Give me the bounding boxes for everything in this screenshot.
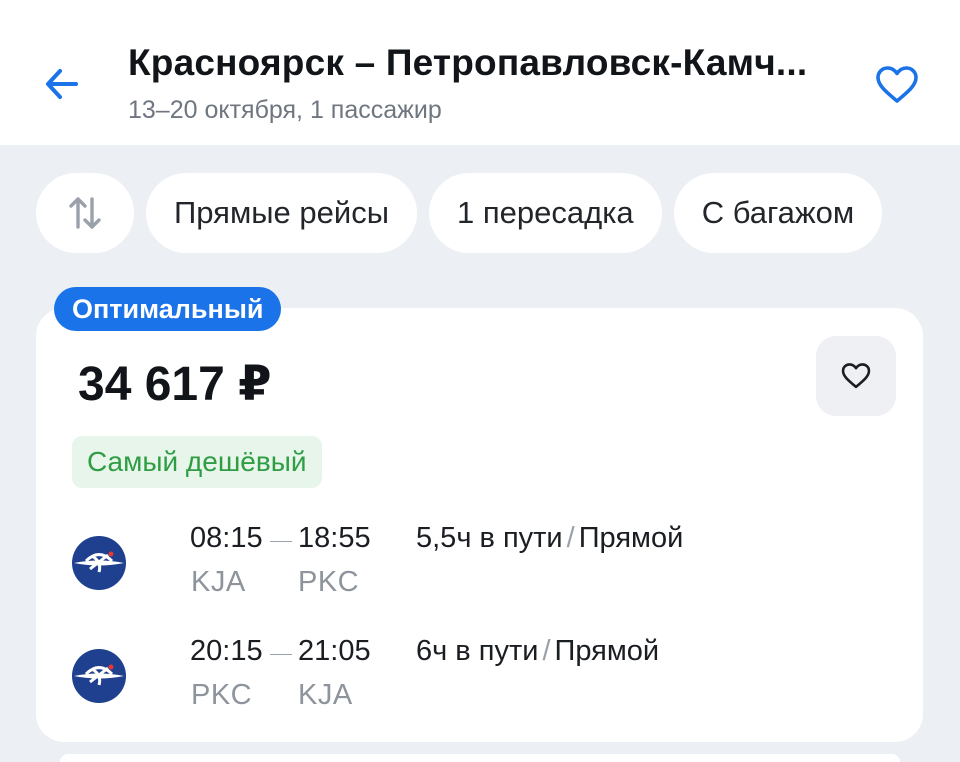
duration-separator: / [566,522,575,554]
duration-text: 5,5ч в пути [416,522,563,554]
offer-price: 34 617 ₽ [78,358,272,411]
flight-segment-outbound: 08:15 18:55 KJA PKC 5,5ч в пути / Прямой [72,518,892,598]
filter-chip-one-stop[interactable]: 1 пересадка [429,173,662,253]
arrow-left-icon [46,69,78,99]
flight-type: Прямой [554,635,660,667]
optimal-badge: Оптимальный [54,287,282,331]
depart-airport-code: PKC [191,679,253,711]
filter-chip-direct[interactable]: Прямые рейсы [146,173,417,253]
filter-bar: Прямые рейсы 1 пересадка С багажом [36,173,883,253]
offer-favorite-button[interactable] [816,336,896,416]
arrive-time: 21:05 [298,635,371,667]
route-subtitle: 13–20 октября, 1 пассажир [128,96,442,124]
sort-arrows-icon [69,197,101,229]
cheapest-tag: Самый дешёвый [72,436,322,488]
flight-duration: 5,5ч в пути / Прямой [416,522,683,555]
filter-chip-baggage[interactable]: С багажом [673,173,883,253]
sort-button[interactable] [36,173,134,253]
flight-segment-return: 20:15 21:05 PKC KJA 6ч в пути / Прямой [72,631,892,711]
heart-outline-icon [876,66,918,103]
flight-duration: 6ч в пути / Прямой [416,635,659,668]
depart-airport-code: KJA [191,566,246,598]
depart-time: 20:15 [190,635,263,667]
flight-type: Прямой [578,522,684,554]
aeroflot-logo-icon [72,649,126,703]
top-bar: Красноярск – Петропавловск-Камч... 13–20… [0,0,960,145]
duration-text: 6ч в пути [416,635,539,667]
arrive-time: 18:55 [298,522,371,554]
duration-separator: / [542,635,551,667]
aeroflot-logo-icon [72,536,126,590]
next-card-edge [60,754,900,762]
back-button[interactable] [36,58,88,110]
favorite-route-button[interactable] [870,58,924,112]
time-separator [270,654,292,655]
arrive-airport-code: PKC [298,566,360,598]
route-title: Красноярск – Петропавловск-Камч... [128,42,808,83]
time-separator [270,541,292,542]
depart-time: 08:15 [190,522,263,554]
offer-card[interactable]: 34 617 ₽ Самый дешёвый 08:15 18:55 KJA P… [36,308,923,742]
heart-outline-icon [841,363,871,389]
arrive-airport-code: KJA [298,679,353,711]
